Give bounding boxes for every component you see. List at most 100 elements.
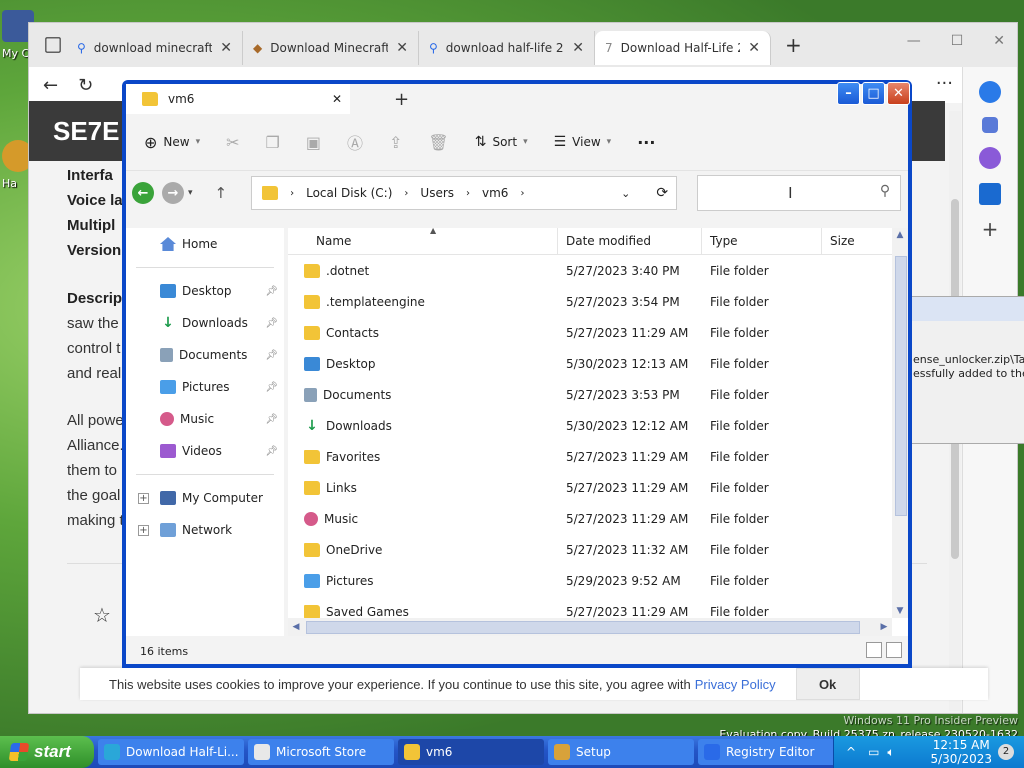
file-row[interactable]: .templateengine 5/27/2023 3:54 PM File fol… <box>288 286 908 317</box>
refresh-icon[interactable]: ⟳ <box>656 185 668 201</box>
column-header-name[interactable]: Name <box>288 228 558 254</box>
taskbar-button[interactable]: Microsoft Store <box>248 739 394 765</box>
close-tab-icon[interactable]: ✕ <box>748 40 760 56</box>
close-tab-icon[interactable]: ✕ <box>396 40 408 56</box>
start-button[interactable]: start <box>0 736 94 768</box>
share-icon[interactable]: ⇪ <box>389 133 402 152</box>
more-options-button[interactable]: ··· <box>637 133 655 152</box>
details-view-icon[interactable] <box>866 642 882 658</box>
copy-icon[interactable]: ❐ <box>266 133 280 152</box>
scrollbar-thumb[interactable] <box>306 621 860 634</box>
file-row[interactable]: Favorites 5/27/2023 11:29 AM File folder <box>288 441 908 472</box>
file-row[interactable]: Pictures 5/29/2023 9:52 AM File folder <box>288 565 908 596</box>
breadcrumb-item[interactable]: Local Disk (C:) <box>306 186 392 200</box>
nav-item-network[interactable]: + Network <box>126 514 284 546</box>
nav-item-downloads[interactable]: ↓ Downloads 📌︎ <box>126 307 284 339</box>
pin-icon[interactable]: 📌︎ <box>265 350 278 361</box>
file-list-vertical-scrollbar[interactable]: ▲ ▼ <box>892 228 908 618</box>
view-button[interactable]: ☰ View ▾ <box>554 134 612 150</box>
sort-button[interactable]: ⇅ Sort ▾ <box>475 134 528 150</box>
tiles-view-icon[interactable] <box>886 642 902 658</box>
up-arrow-icon[interactable]: ↑ <box>215 184 228 202</box>
minimize-icon[interactable]: — <box>907 33 921 49</box>
cut-icon[interactable]: ✂ <box>226 133 239 152</box>
taskbar-button[interactable]: Setup <box>548 739 694 765</box>
file-row[interactable]: Links 5/27/2023 11:29 AM File folder <box>288 472 908 503</box>
scroll-left-icon[interactable]: ◀ <box>288 618 304 636</box>
address-bar[interactable]: › Local Disk (C:) › Users › vm6 › ⌄ ⟳ <box>251 176 678 210</box>
rename-icon[interactable]: Ⓐ <box>347 130 363 154</box>
pin-icon[interactable]: 📌︎ <box>265 446 278 457</box>
close-tab-icon[interactable]: ✕ <box>220 40 232 56</box>
bing-icon[interactable] <box>979 81 1001 103</box>
nav-item-home[interactable]: Home <box>126 228 284 260</box>
nav-item-documents[interactable]: Documents 📌︎ <box>126 339 284 371</box>
notification-badge[interactable]: 2 <box>998 744 1014 760</box>
privacy-policy-link[interactable]: Privacy Policy <box>695 677 776 692</box>
pin-icon[interactable]: 📌︎ <box>265 318 278 329</box>
history-chevron-icon[interactable]: ▾ <box>188 188 193 198</box>
explorer-tab[interactable]: vm6 ✕ <box>126 84 350 114</box>
maximize-icon[interactable]: ☐ <box>951 33 964 49</box>
tab-actions-icon[interactable] <box>45 37 61 53</box>
nav-item-videos[interactable]: Videos 📌︎ <box>126 435 284 467</box>
scroll-right-icon[interactable]: ▶ <box>876 618 892 636</box>
network-tray-icon[interactable]: ▭ <box>868 745 879 759</box>
search-sidebar-icon[interactable] <box>982 117 998 133</box>
scrollbar-thumb[interactable] <box>895 256 907 516</box>
volume-icon[interactable]: 🔈︎ <box>887 745 894 760</box>
chevron-up-icon[interactable]: ^ <box>846 745 856 759</box>
nav-item-my-computer[interactable]: + My Computer <box>126 482 284 514</box>
browser-tab[interactable]: ⚲ download minecraft p ✕ <box>67 31 243 65</box>
new-button[interactable]: ⊕ New ▾ <box>144 133 200 152</box>
outlook-icon[interactable] <box>979 183 1001 205</box>
add-icon[interactable]: + <box>979 219 1001 241</box>
file-row[interactable]: OneDrive 5/27/2023 11:32 AM File folder <box>288 534 908 565</box>
browser-tab[interactable]: ⚲ download half-life 2 - ✕ <box>419 31 595 65</box>
nav-item-music[interactable]: Music 📌︎ <box>126 403 284 435</box>
expand-icon[interactable]: + <box>138 524 149 536</box>
delete-icon[interactable]: 🗑︎ <box>428 133 448 152</box>
back-arrow-icon[interactable]: ← <box>132 182 154 204</box>
expand-icon[interactable]: + <box>138 492 149 504</box>
refresh-icon[interactable]: ↻ <box>78 75 93 96</box>
more-icon[interactable]: ··· <box>936 73 953 94</box>
search-input[interactable]: I ⚲ <box>697 175 902 211</box>
browser-tab[interactable]: ◆ Download Minecraft E ✕ <box>243 31 419 65</box>
pin-icon[interactable]: 📌︎ <box>265 382 278 393</box>
breadcrumb-chevron-icon[interactable]: › <box>466 188 470 199</box>
favorite-star-icon[interactable]: ☆ <box>93 603 111 627</box>
pin-icon[interactable]: 📌︎ <box>265 414 278 425</box>
file-row[interactable]: Documents 5/27/2023 3:53 PM File folder <box>288 379 908 410</box>
breadcrumb-item[interactable]: vm6 <box>482 186 508 200</box>
forward-arrow-icon[interactable]: → <box>162 182 184 204</box>
close-icon[interactable]: ✕ <box>993 33 1005 49</box>
new-tab-button[interactable]: + <box>785 33 802 57</box>
copilot-icon[interactable] <box>979 147 1001 169</box>
file-row[interactable]: Desktop 5/30/2023 12:13 AM File folder <box>288 348 908 379</box>
nav-item-pictures[interactable]: Pictures 📌︎ <box>126 371 284 403</box>
nav-item-desktop[interactable]: Desktop 📌︎ <box>126 275 284 307</box>
close-tab-icon[interactable]: ✕ <box>572 40 584 56</box>
file-list-horizontal-scrollbar[interactable]: ◀ ▶ <box>288 618 892 636</box>
breadcrumb-chevron-icon[interactable]: › <box>290 188 294 199</box>
file-row[interactable]: Music 5/27/2023 11:29 AM File folder <box>288 503 908 534</box>
column-header-type[interactable]: Type <box>702 228 822 254</box>
new-explorer-tab-button[interactable]: + <box>394 89 409 110</box>
file-row[interactable]: Contacts 5/27/2023 11:29 AM File folder <box>288 317 908 348</box>
breadcrumb-chevron-icon[interactable]: › <box>404 188 408 199</box>
taskbar-button[interactable]: vm6 <box>398 739 544 765</box>
taskbar-button[interactable]: Registry Editor <box>698 739 844 765</box>
close-icon[interactable]: ✕ <box>887 82 910 105</box>
minimize-icon[interactable]: – <box>837 82 860 105</box>
clock[interactable]: 12:15 AM 5/30/2023 <box>930 738 992 766</box>
close-tab-icon[interactable]: ✕ <box>332 92 342 106</box>
column-header-size[interactable]: Size <box>822 228 892 254</box>
back-icon[interactable]: ← <box>43 75 58 96</box>
scroll-down-icon[interactable]: ▼ <box>892 604 908 618</box>
scroll-up-icon[interactable]: ▲ <box>892 228 908 242</box>
breadcrumb-chevron-icon[interactable]: › <box>520 188 524 199</box>
address-dropdown-icon[interactable]: ⌄ <box>621 187 630 200</box>
file-row[interactable]: .dotnet 5/27/2023 3:40 PM File folder <box>288 255 908 286</box>
column-header-date[interactable]: Date modified <box>558 228 702 254</box>
